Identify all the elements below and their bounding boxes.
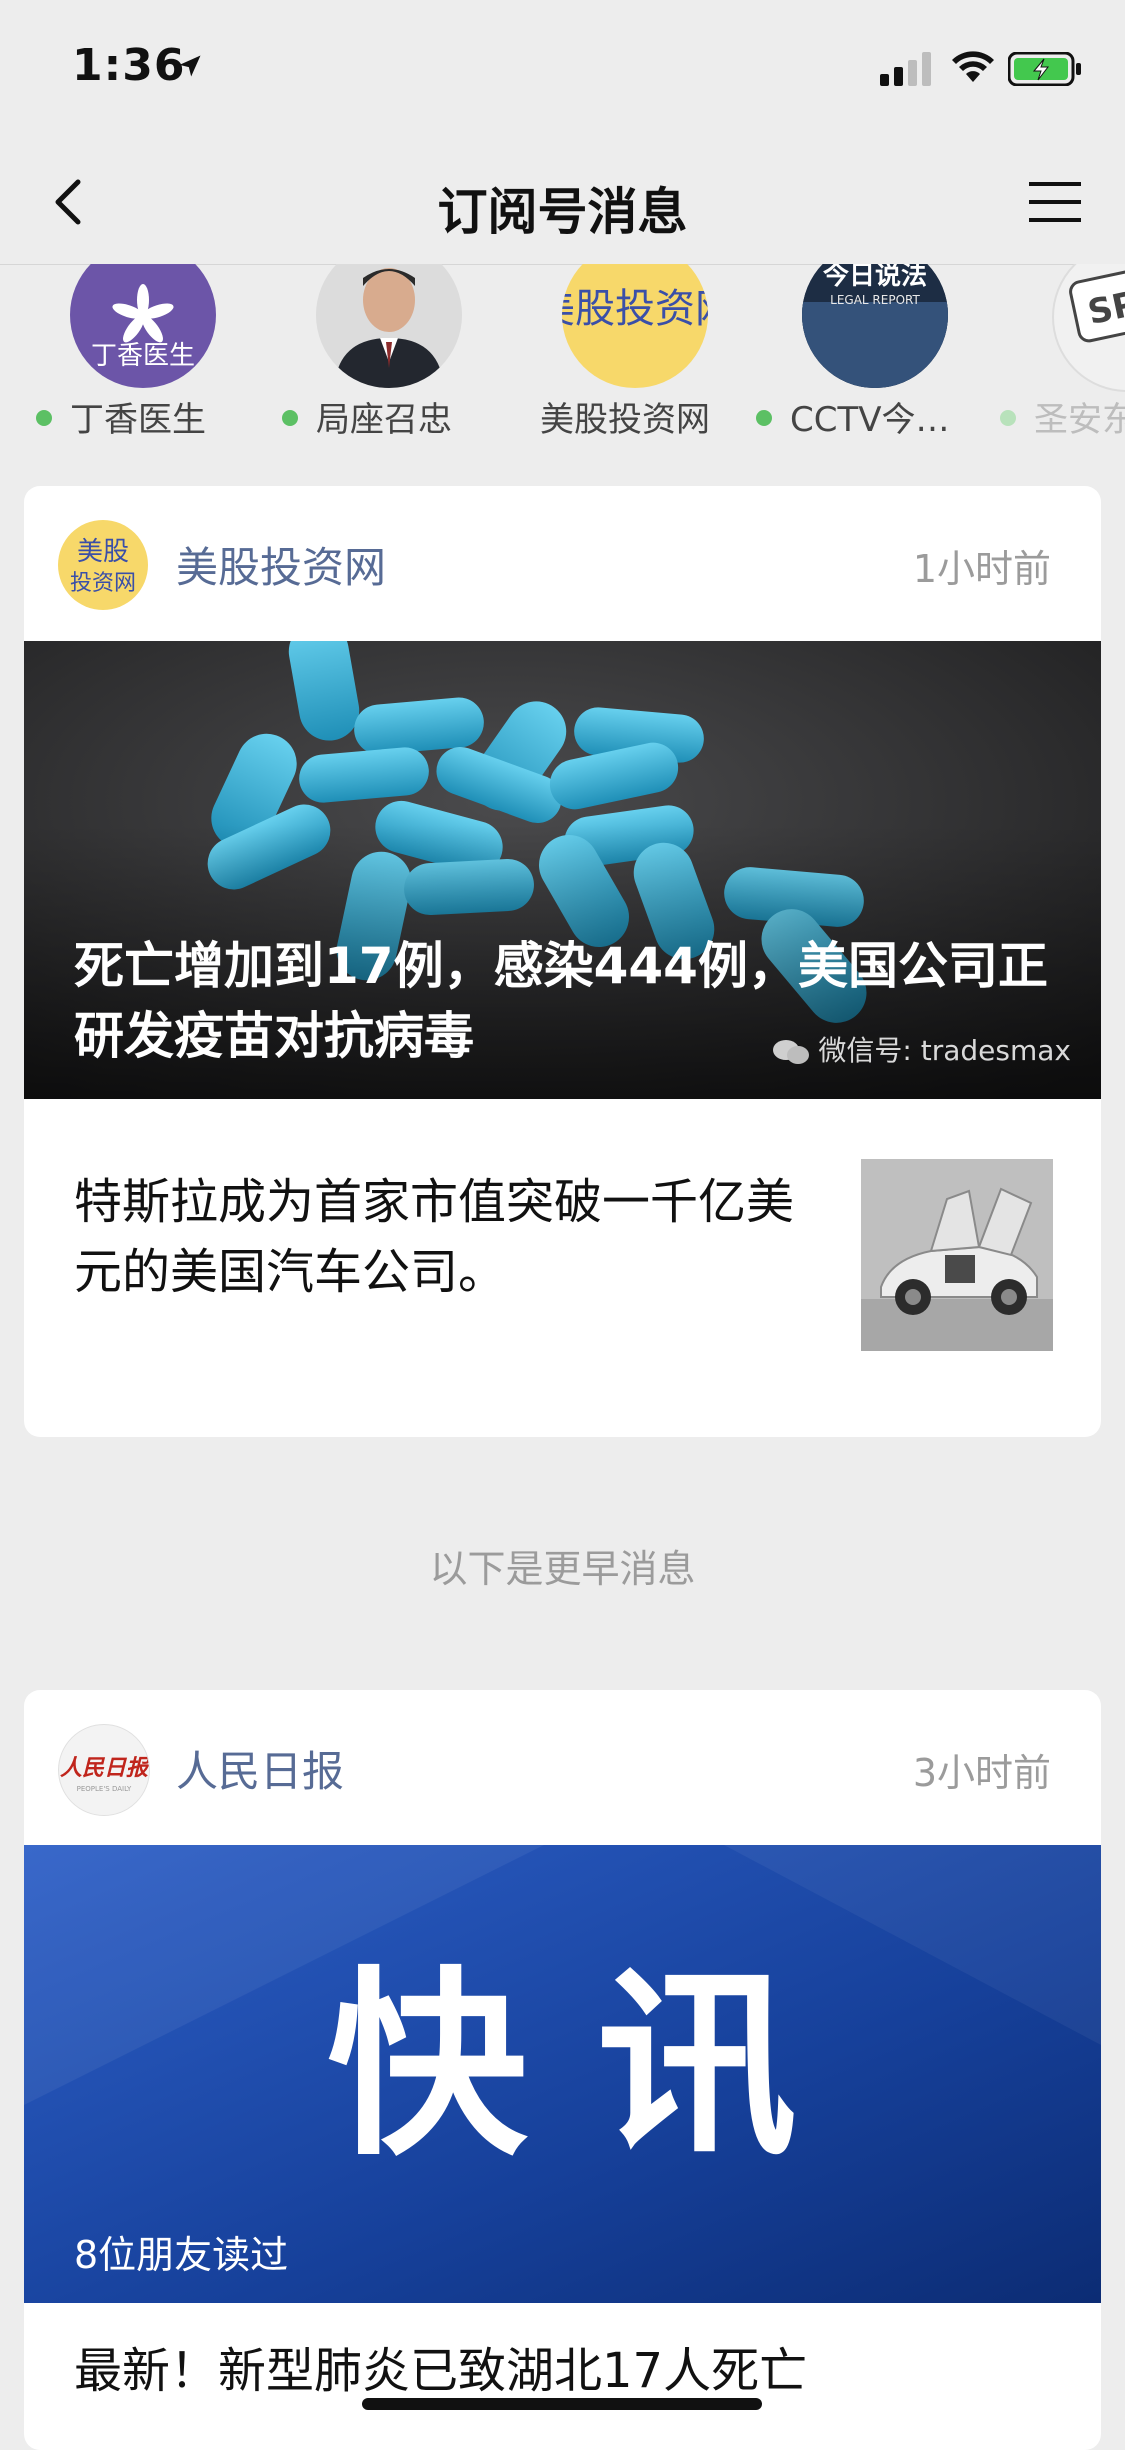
- avatar: [316, 264, 462, 388]
- peoples-daily-logo-icon: 人民日报 PEOPLE'S DAILY: [60, 1755, 149, 1793]
- card-header[interactable]: 人民日报 PEOPLE'S DAILY 人民日报 3小时前: [24, 1690, 1101, 1845]
- unread-dot: [282, 409, 298, 426]
- hero-article[interactable]: 死亡增加到17例，感染444例，美国公司正研发疫苗对抗病毒 微信号: trade…: [24, 641, 1101, 1099]
- article-card-meigu: 美股 投资网 美股投资网 1小时前 死亡增加到17例，感染444例，美国公司正研…: [24, 486, 1101, 1437]
- avatar-subtext: LEGAL REPORT: [830, 293, 920, 307]
- account-item-cctv[interactable]: 今日说法 LEGAL REPORT CCTV今…: [744, 264, 984, 464]
- earlier-messages-divider: 以下是更早消息: [429, 1547, 696, 1591]
- unread-dot: [1000, 409, 1016, 426]
- article-title: 最新！新型肺炎已致湖北17人死亡: [74, 2343, 808, 2399]
- account-name[interactable]: 人民日报: [176, 1738, 344, 1799]
- list-item[interactable]: 特斯拉成为首家市值突破一千亿美元的美国汽车公司。: [24, 1099, 1101, 1365]
- wechat-icon: [772, 1038, 810, 1066]
- menu-icon[interactable]: [1023, 170, 1087, 234]
- hero-title: 快 讯: [327, 1948, 797, 2183]
- account-item-juzuo[interactable]: 局座召忠: [258, 264, 498, 464]
- svg-text:投资网: 投资网: [70, 571, 136, 596]
- avatar: 美股投资网: [562, 264, 708, 388]
- meigu-logo-icon: 美股 投资网: [70, 537, 136, 596]
- article-title: 特斯拉成为首家市值突破一千亿美元的美国汽车公司。: [74, 1174, 795, 1300]
- account-item-meigu[interactable]: 美股投资网 美股投资网: [504, 264, 744, 464]
- person-portrait-icon: [316, 264, 462, 388]
- avatar: SP: [1052, 264, 1125, 392]
- account-logo: 美股 投资网: [58, 520, 148, 610]
- avatar: 今日说法 LEGAL REPORT: [802, 264, 948, 388]
- flower-icon: 丁香医生: [91, 284, 195, 371]
- avatar-text: 今日说法: [823, 264, 927, 291]
- svg-text:美股: 美股: [77, 537, 129, 567]
- page-title: 订阅号消息: [437, 183, 688, 241]
- legal-report-logo-icon: 今日说法 LEGAL REPORT: [802, 264, 948, 388]
- account-item-dingxiang[interactable]: 丁香医生 丁香医生: [12, 264, 252, 464]
- list-item[interactable]: 最新！新型肺炎已致湖北17人死亡: [24, 2303, 1101, 2433]
- navigation-bar: 订阅号消息: [0, 140, 1125, 265]
- unread-dot: [36, 409, 52, 426]
- watermark: 微信号: tradesmax: [772, 1029, 1071, 1069]
- account-label: 圣安东: [1000, 392, 1125, 441]
- svg-text:人民日报: 人民日报: [60, 1755, 149, 1781]
- account-logo: 人民日报 PEOPLE'S DAILY: [58, 1724, 150, 1816]
- post-time: 1小时前: [912, 547, 1051, 591]
- signal-icon: [880, 52, 931, 86]
- status-time: 1:36: [72, 40, 186, 91]
- unread-dot: [756, 409, 772, 426]
- sp-logo-icon: SP: [1069, 265, 1125, 343]
- location-arrow-icon: [179, 55, 201, 77]
- hero-article[interactable]: 快 讯 8位朋友读过: [24, 1845, 1101, 2303]
- tesla-thumbnail: [861, 1159, 1053, 1351]
- account-item-shengandong[interactable]: SP 圣安东: [990, 264, 1125, 464]
- account-strip: 丁香医生 丁香医生 局座召忠 美股投资网 美股投资网: [0, 264, 1125, 464]
- read-by-friends: 8位朋友读过: [74, 2233, 289, 2277]
- wifi-icon: [952, 51, 994, 82]
- meigu-logo-icon: 美股投资网: [562, 286, 708, 332]
- avatar-text: 丁香医生: [91, 341, 195, 371]
- avatar: 丁香医生: [70, 264, 216, 388]
- svg-text:PEOPLE'S DAILY: PEOPLE'S DAILY: [77, 1785, 132, 1793]
- account-name[interactable]: 美股投资网: [176, 534, 386, 595]
- card-header[interactable]: 美股 投资网 美股投资网 1小时前: [24, 486, 1101, 641]
- post-time: 3小时前: [912, 1751, 1051, 1795]
- avatar-text: 美股投资网: [562, 286, 708, 332]
- car-image: [861, 1159, 1053, 1351]
- article-card-renmin: 人民日报 PEOPLE'S DAILY 人民日报 3小时前 快 讯 8位朋友读过…: [24, 1690, 1101, 2450]
- home-indicator[interactable]: [362, 2398, 762, 2410]
- status-bar: 1:36: [0, 0, 1125, 140]
- battery-charging-icon: [1008, 52, 1081, 86]
